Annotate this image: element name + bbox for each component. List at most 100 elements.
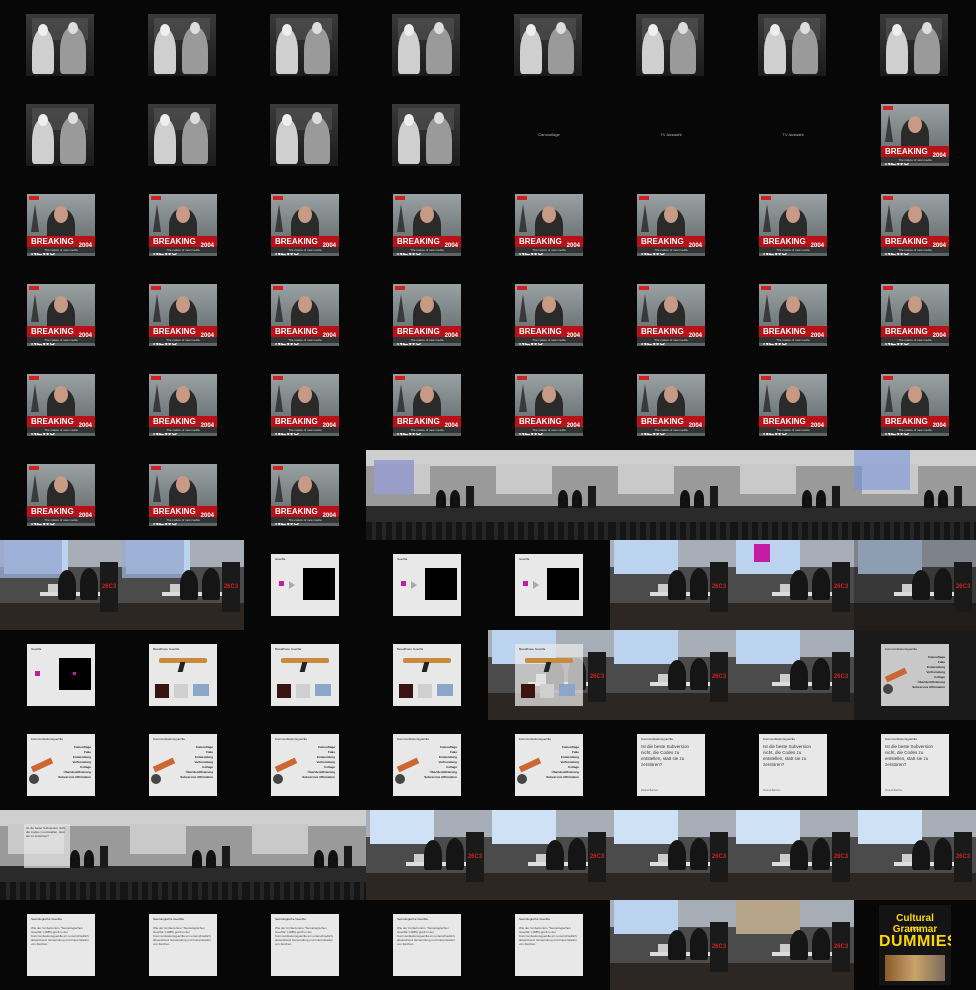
corner-logo: [273, 376, 283, 380]
slide-frame: Bewaffnete Guerilla: [271, 644, 339, 706]
question-text: Ist die beste Subversion nicht, die Code…: [641, 744, 690, 767]
person-silhouette: [690, 568, 708, 600]
laptop: [780, 674, 790, 682]
slide-paragraph: Wie der Umberto Eco "Semiologischen Guer…: [519, 926, 578, 946]
laptop: [658, 944, 668, 952]
thumbnail-9-6: 26C3: [732, 810, 854, 900]
thumbnail-7-5: 26C3: [610, 630, 732, 720]
caption-text: TV Auswahl: [660, 132, 682, 137]
slide-title: Semiologische Guerilla: [519, 917, 550, 921]
thumbnail-10-5: 26C3: [610, 900, 732, 990]
news-subline: The nature of new media: [149, 337, 217, 343]
cannon-icon: [884, 667, 908, 683]
projection-screen: [130, 824, 186, 854]
eiffel-tower: [763, 384, 771, 412]
stage-frame: 26C3: [122, 540, 244, 630]
banner-stand: [344, 846, 352, 868]
magenta-square: [279, 581, 284, 586]
news-frame: BREAKING NEWS2004The nature of new media: [149, 194, 217, 256]
thumbnail-9-1: [122, 810, 244, 900]
anchor-face: [54, 386, 68, 403]
rifle-magazine: [177, 662, 186, 672]
person-silhouette: [694, 490, 704, 508]
breaking-news-banner: BREAKING NEWS2004: [149, 236, 217, 256]
eiffel-tower: [641, 204, 649, 232]
black-square: [303, 568, 335, 600]
thumbnail-9-4: 26C3: [488, 810, 610, 900]
purple-square: [754, 544, 770, 562]
projection-screen: [614, 810, 678, 844]
kg-word: Camouflage: [927, 655, 945, 659]
kg-word: Collage: [446, 765, 457, 769]
rifle-magazine: [299, 662, 308, 672]
stage-banner: 26C3: [832, 562, 850, 612]
slide-title: Kommunikationsguerilla: [275, 737, 307, 741]
corner-logo: [395, 196, 405, 200]
anchor-face: [908, 296, 922, 313]
stage-banner: 26C3: [588, 832, 606, 882]
thumbnail-2-0: BREAKING NEWS2004The nature of new media: [0, 180, 122, 270]
cannon-icon: [396, 757, 420, 773]
thumbnail-3-5: BREAKING NEWS2004The nature of new media: [610, 270, 732, 360]
news-subline: The nature of new media: [759, 427, 827, 433]
caption-text: Camouflage: [538, 132, 560, 137]
person-silhouette: [790, 570, 808, 600]
thumbnail-grid: Camouflage TV Auswahl TV Auswahl BREAKING N…: [0, 0, 976, 990]
arrow-icon: [533, 581, 539, 589]
person-face: [312, 22, 322, 34]
anchor-face: [664, 386, 678, 403]
banner-stand: [466, 486, 474, 508]
person-silhouette: [790, 930, 808, 960]
eiffel-tower: [397, 384, 405, 412]
person-silhouette: [558, 490, 568, 508]
news-subline: The nature of new media: [637, 337, 705, 343]
corner-logo: [517, 376, 527, 380]
person-face: [282, 24, 292, 36]
eiffel-tower: [275, 384, 283, 412]
person-silhouette: [912, 840, 930, 870]
bw-interview-frame: [148, 104, 216, 166]
news-subline: The nature of new media: [393, 427, 461, 433]
thumbnail-6-7: 26C3: [854, 540, 976, 630]
tshirt-icon: [155, 684, 169, 698]
corner-logo: [883, 106, 893, 110]
eiffel-tower: [885, 114, 893, 142]
thumbnail-0-1: [122, 0, 244, 90]
news-subline: The nature of new media: [881, 337, 949, 343]
black-square: [425, 568, 457, 600]
thumbnail-10-2: Semiologische Guerilla Wie der Umberto Ec…: [244, 900, 366, 990]
news-frame: BREAKING NEWS2004The nature of new media: [27, 194, 95, 256]
slide-title: Bewaffnete Guerilla: [519, 647, 546, 651]
kg-word: Subversive Affirmation: [58, 775, 91, 779]
anchor-face: [176, 206, 190, 223]
slide-frame: Semiologische Guerilla Wie der Umberto Ec…: [271, 914, 339, 976]
corner-logo: [395, 376, 405, 380]
kg-word: Camouflage: [73, 745, 91, 749]
landscape-icon: [193, 684, 209, 696]
person-face: [160, 24, 170, 36]
thumbnail-2-5: BREAKING NEWS2004The nature of new media: [610, 180, 732, 270]
landscape-icon: [559, 684, 575, 696]
corner-logo: [273, 286, 283, 290]
banner-stand: [954, 486, 962, 508]
thumbnail-8-1: Kommunikationsguerilla Camouflage Fake Entw…: [122, 720, 244, 810]
corner-logo: [29, 196, 39, 200]
lecture-hall-frame: Ist die beste Subversion nicht, die Code…: [0, 810, 122, 900]
bw-interview-frame: [392, 104, 460, 166]
kg-word: Entwendung: [561, 755, 579, 759]
magenta-square: [401, 581, 406, 586]
news-frame: BREAKING NEWS2004The nature of new media: [393, 194, 461, 256]
kg-word: Verfremdung: [72, 760, 91, 764]
news-frame: BREAKING NEWS2004The nature of new media: [271, 284, 339, 346]
slide-title: Kommunikationsguerilla: [397, 737, 429, 741]
corner-logo: [517, 286, 527, 290]
stage-frame: 26C3: [366, 810, 488, 900]
thumbnail-9-5: 26C3: [610, 810, 732, 900]
kg-word: Überidentifizierung: [307, 770, 335, 774]
person-silhouette: [70, 850, 80, 868]
audience: [0, 882, 122, 900]
eiffel-tower: [763, 204, 771, 232]
breaking-news-banner: BREAKING NEWS2004: [271, 416, 339, 436]
thumbnail-3-4: BREAKING NEWS2004The nature of new media: [488, 270, 610, 360]
stage-banner: 26C3: [710, 832, 728, 882]
